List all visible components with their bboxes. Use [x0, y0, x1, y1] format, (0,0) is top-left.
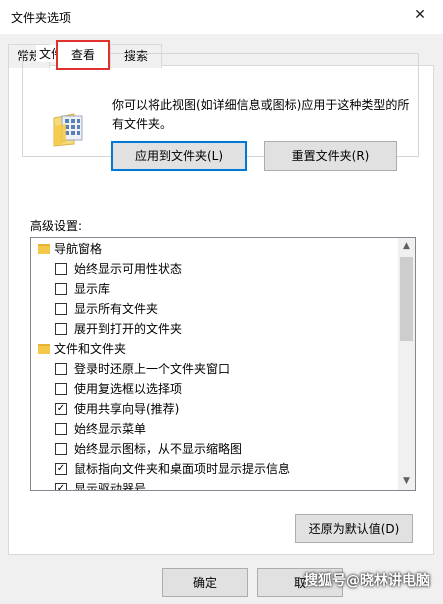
- apply-to-folders-button[interactable]: 应用到文件夹(L): [111, 141, 247, 171]
- checkbox[interactable]: [55, 303, 67, 315]
- watermark: 搜狐号@晓林讲电脑: [304, 573, 430, 589]
- checkbox-checked[interactable]: ✓: [55, 403, 67, 415]
- folder-icon: [38, 344, 50, 354]
- folder-icon: [38, 244, 50, 254]
- scroll-up-icon[interactable]: ▲: [398, 238, 415, 255]
- tab-view[interactable]: 查看: [56, 40, 110, 70]
- checkbox[interactable]: [55, 363, 67, 375]
- reset-folders-button[interactable]: 重置文件夹(R): [264, 141, 397, 171]
- window-title: 文件夹选项: [11, 11, 72, 25]
- title-bar: 文件夹选项 ✕: [0, 0, 443, 34]
- folder-views-description: 你可以将此视图(如详细信息或图标)应用于这种类型的所有文件夹。: [112, 98, 410, 131]
- checkbox[interactable]: [55, 323, 67, 335]
- checkbox[interactable]: [55, 443, 67, 455]
- vertical-scrollbar[interactable]: ▲ ▼: [398, 238, 415, 490]
- ok-button[interactable]: 确定: [162, 568, 248, 597]
- checkbox-checked[interactable]: ✓: [55, 483, 67, 490]
- advanced-settings-list[interactable]: 导航窗格 始终显示可用性状态 显示库 显示所有文件夹 展开到打开的文件夹 文件和…: [30, 237, 416, 491]
- checkbox[interactable]: [55, 383, 67, 395]
- folder-views-icon: [53, 113, 83, 147]
- close-icon[interactable]: ✕: [397, 0, 443, 30]
- checkbox-checked[interactable]: ✓: [55, 463, 67, 475]
- scrollbar-thumb[interactable]: [400, 257, 413, 341]
- checkbox[interactable]: [55, 283, 67, 295]
- restore-defaults-button[interactable]: 还原为默认值(D): [295, 514, 413, 543]
- checkbox[interactable]: [55, 263, 67, 275]
- advanced-settings-label: 高级设置:: [30, 219, 83, 233]
- scroll-down-icon[interactable]: ▼: [398, 473, 415, 490]
- checkbox[interactable]: [55, 423, 67, 435]
